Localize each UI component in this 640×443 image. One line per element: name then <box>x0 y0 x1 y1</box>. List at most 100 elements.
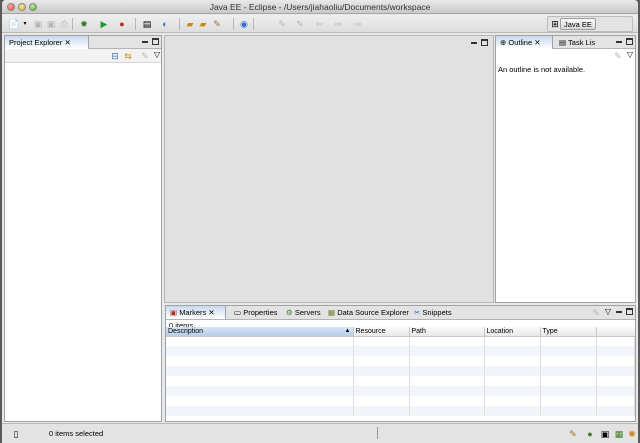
collapse-all-icon[interactable]: ⊟ <box>109 50 121 62</box>
debug-icon[interactable]: ✹ <box>78 18 90 30</box>
column-resource[interactable]: Resource <box>353 327 410 337</box>
perspective-java-ee-button[interactable]: Java EE <box>560 18 596 30</box>
last-edit-icon[interactable]: ✎ <box>294 18 306 30</box>
table-row <box>166 406 635 416</box>
table-row <box>166 366 635 376</box>
run-icon[interactable]: ▶ <box>98 18 110 30</box>
tab-outline[interactable]: ⊕ Outline ✕ <box>496 36 553 49</box>
open-task-icon[interactable]: ▰ <box>197 18 209 30</box>
outline-icon: ⊕ <box>500 38 507 47</box>
database-icon: ▦ <box>328 308 336 317</box>
view-toolbar: ⊟ ⇆ ✎ ▽ <box>5 49 161 63</box>
save-all-icon[interactable]: ▣ <box>45 18 57 30</box>
maximize-icon[interactable] <box>626 38 633 45</box>
project-explorer-tabbar: Project Explorer ✕ <box>5 36 161 49</box>
markers-panel: ▣ Markers ✕ ▭ Properties ⚙ Servers ▦ Dat… <box>165 305 636 422</box>
tab-project-explorer[interactable]: Project Explorer ✕ <box>5 36 89 49</box>
table-row <box>166 346 635 356</box>
tab-snippets[interactable]: ✂ Snippets <box>410 306 456 319</box>
servers-icon: ⚙ <box>286 308 293 317</box>
sort-ascending-icon: ▲ <box>344 327 351 334</box>
focus-icon[interactable]: ✎ <box>590 307 602 319</box>
toolbar-separator <box>253 18 254 30</box>
java-ee-label: Java EE <box>564 20 592 29</box>
tab-properties[interactable]: ▭ Properties <box>230 306 281 319</box>
status-bar: ▯ 0 items selected ✎ ● ▣ ▦ ✺ <box>2 423 638 443</box>
external-tools-icon[interactable]: ● <box>116 18 128 30</box>
toolbar-separator <box>72 18 73 30</box>
minimize-icon[interactable] <box>616 308 622 313</box>
properties-icon: ▭ <box>234 308 242 317</box>
zoom-window-button[interactable] <box>29 3 37 11</box>
tab-markers[interactable]: ▣ Markers ✕ <box>166 306 226 319</box>
snippets-icon: ✂ <box>414 308 421 317</box>
sun-icon[interactable]: ✺ <box>626 428 638 440</box>
view-menu-icon[interactable]: ▽ <box>602 306 614 318</box>
open-type-icon[interactable]: ◐ <box>159 18 171 30</box>
maximize-icon[interactable] <box>481 39 488 46</box>
globe-icon[interactable]: ◉ <box>238 18 250 30</box>
task-list-tab-label: Task Lis <box>568 38 596 47</box>
close-window-button[interactable] <box>7 3 15 11</box>
column-location[interactable]: Location <box>484 327 541 337</box>
title-bar: Java EE - Eclipse - /Users/jiahaoliu/Doc… <box>2 0 638 14</box>
bottom-tabbar: ▣ Markers ✕ ▭ Properties ⚙ Servers ▦ Dat… <box>166 306 635 320</box>
minimize-window-button[interactable] <box>18 3 26 11</box>
open-console-icon[interactable]: ▣ <box>599 428 611 440</box>
column-description[interactable]: Description ▲ <box>166 327 354 337</box>
view-menu-icon[interactable]: ▽ <box>624 49 636 61</box>
table-row <box>166 356 635 366</box>
annotation-icon[interactable]: ✎ <box>276 18 288 30</box>
open-folder-icon[interactable]: ▰ <box>184 18 196 30</box>
toolbar-separator <box>233 18 234 30</box>
search-icon[interactable]: ✎ <box>211 18 223 30</box>
status-text: 0 items selected <box>49 429 104 438</box>
data-source-explorer-tab-label: Data Source Explorer <box>337 308 409 317</box>
progress-icon[interactable]: ✎ <box>567 428 579 440</box>
column-filler <box>596 327 635 337</box>
view-menu-icon[interactable]: ▽ <box>151 49 163 61</box>
close-icon[interactable]: ✕ <box>64 38 70 47</box>
project-explorer-panel: Project Explorer ✕ ⊟ ⇆ ✎ ▽ <box>4 35 162 422</box>
maximize-icon[interactable] <box>626 308 633 315</box>
minimize-icon[interactable] <box>616 38 622 43</box>
maximize-icon[interactable] <box>152 38 159 45</box>
focus-icon[interactable]: ✎ <box>612 50 624 62</box>
status-divider <box>377 427 378 439</box>
tab-servers[interactable]: ⚙ Servers <box>282 306 325 319</box>
nav-forward-icon[interactable]: ⇨ <box>352 18 364 30</box>
column-type[interactable]: Type <box>540 327 597 337</box>
outline-message: An outline is not available. <box>498 65 586 74</box>
properties-tab-label: Properties <box>243 308 278 317</box>
outline-tabbar: ⊕ Outline ✕ ▤ Task Lis <box>496 36 635 49</box>
table-header-row: Description ▲ Resource Path Location Typ… <box>166 327 635 337</box>
heap-icon[interactable]: ● <box>584 428 596 440</box>
close-icon[interactable]: ✕ <box>534 38 540 47</box>
minimize-icon[interactable] <box>471 39 477 44</box>
outline-panel: ⊕ Outline ✕ ▤ Task Lis ✎ ▽ An outline is… <box>495 35 636 303</box>
new-server-icon[interactable]: ▤ <box>141 18 153 30</box>
project-explorer-tab-label: Project Explorer <box>9 38 63 47</box>
window-title: Java EE - Eclipse - /Users/jiahaoliu/Doc… <box>209 2 431 12</box>
tab-task-list[interactable]: ▤ Task Lis <box>555 36 599 49</box>
table-row <box>166 396 635 406</box>
publish-icon[interactable]: ▦ <box>613 428 625 440</box>
nav-forward-icon[interactable]: ⇨ <box>332 18 344 30</box>
focus-icon[interactable]: ✎ <box>139 50 151 62</box>
toolbar-separator <box>179 18 180 30</box>
minimize-icon[interactable] <box>142 38 148 43</box>
column-path[interactable]: Path <box>409 327 485 337</box>
tab-data-source-explorer[interactable]: ▦ Data Source Explorer <box>324 306 413 319</box>
new-dropdown-icon[interactable]: ▾ <box>19 18 31 30</box>
close-icon[interactable]: ✕ <box>208 308 214 317</box>
fast-view-icon[interactable]: ▯ <box>10 428 22 440</box>
table-row <box>166 376 635 386</box>
servers-tab-label: Servers <box>294 308 321 317</box>
column-description-label: Description <box>168 327 204 335</box>
task-list-icon: ▤ <box>559 38 567 47</box>
markers-table: Description ▲ Resource Path Location Typ… <box>166 327 635 416</box>
save-icon[interactable]: ▣ <box>32 18 44 30</box>
nav-back-icon[interactable]: ⇦ <box>313 18 325 30</box>
link-with-editor-icon[interactable]: ⇆ <box>122 50 134 62</box>
print-icon[interactable]: ⎙ <box>58 18 70 30</box>
